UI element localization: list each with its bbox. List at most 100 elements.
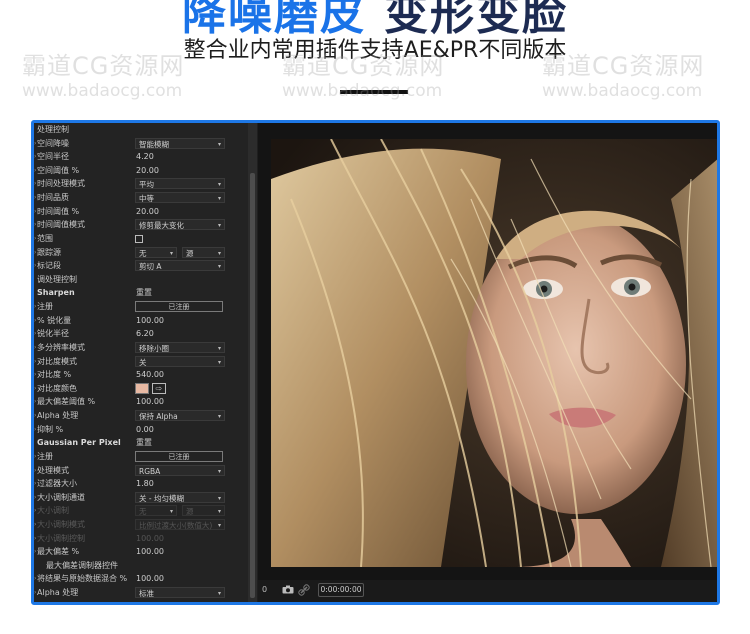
- watermark-url: www.badaocg.com: [22, 81, 183, 101]
- param-value[interactable]: 6.20: [136, 327, 154, 341]
- color-swatch[interactable]: [135, 382, 149, 394]
- param-dropdown[interactable]: 关 - 均匀模糊 ▾: [135, 491, 225, 503]
- param-value[interactable]: 100.00: [136, 545, 164, 559]
- reset-link[interactable]: 重置: [136, 286, 152, 300]
- param-label: 对比度模式: [37, 355, 135, 369]
- effect-param-row: Sharpen 重置: [34, 286, 248, 300]
- param-label-text: 过滤器大小: [37, 479, 77, 489]
- param-label: 处理模式: [37, 464, 135, 478]
- chevron-down-icon: ▾: [169, 249, 173, 257]
- effect-param-row: Gaussian Per Pixel 重置: [34, 436, 248, 450]
- chevron-down-icon: ▾: [217, 195, 221, 203]
- registered-button[interactable]: 已注册: [135, 301, 223, 313]
- dropdown-value: 中等: [139, 194, 154, 204]
- app-window: 处理控制 › 空间降噪 智能模糊 ▾ › 空间半径 4.20 › 空间阈值 % 20.00 › 时间处理…: [31, 120, 720, 605]
- effect-param-row: › 抑制 % 0.00: [34, 423, 248, 437]
- param-label-text: 时间阈值 %: [37, 206, 80, 216]
- param-label-text: Gaussian Per Pixel: [37, 438, 121, 448]
- param-value[interactable]: 100.00: [136, 395, 164, 409]
- timecode-display[interactable]: 0:00:00:00: [318, 583, 364, 597]
- param-label: 大小调制模式: [37, 518, 135, 532]
- param-dropdown: 比例过渡大小(数值大) ▾: [135, 518, 225, 530]
- param-label-text: 将结果与原始数据混合 %: [37, 574, 128, 584]
- effect-param-row: › 跟踪源无 ▾ 源 ▾: [34, 246, 248, 260]
- param-value[interactable]: 20.00: [136, 164, 159, 178]
- effect-param-row: 处理控制: [34, 123, 248, 137]
- link-icon[interactable]: [298, 584, 310, 596]
- param-label: 跟踪源: [37, 246, 135, 260]
- param-label-text: 空间阈值 %: [37, 165, 80, 175]
- param-dropdown[interactable]: 无 ▾: [135, 246, 177, 258]
- effect-param-row: › 时间品质 中等 ▾: [34, 191, 248, 205]
- param-label-text: 注册: [37, 451, 53, 461]
- param-label-text: 处理模式: [37, 465, 69, 475]
- param-value[interactable]: 540.00: [136, 368, 164, 382]
- param-label-text: 空间降噪: [37, 138, 69, 148]
- param-dropdown: 源 ▾: [182, 505, 225, 517]
- param-label: 空间阈值 %: [37, 164, 135, 178]
- reset-link[interactable]: 重置: [136, 436, 152, 450]
- param-checkbox[interactable]: [135, 234, 143, 243]
- param-dropdown[interactable]: 移除小圈 ▾: [135, 341, 225, 353]
- effect-param-row: › 空间阈值 % 20.00: [34, 164, 248, 178]
- param-label: 对比度颜色: [37, 382, 135, 396]
- param-label: 注册: [37, 450, 135, 464]
- effect-controls-panel: 处理控制 › 空间降噪 智能模糊 ▾ › 空间半径 4.20 › 空间阈值 % 20.00 › 时间处理…: [34, 123, 248, 602]
- param-dropdown[interactable]: 剪切 A ▾: [135, 260, 225, 272]
- param-value[interactable]: 100.00: [136, 572, 164, 586]
- param-label-text: 多分辨率模式: [37, 342, 85, 352]
- banner-subtitle: 整合业内常用插件支持AE&PR不同版本: [183, 38, 567, 63]
- panel-scrollbar-thumb[interactable]: [250, 173, 255, 598]
- chevron-down-icon: ▾: [217, 508, 221, 516]
- param-dropdown[interactable]: 关 ▾: [135, 355, 225, 367]
- dropdown-value: 标准: [139, 589, 154, 599]
- eyedropper-icon[interactable]: ⇨: [152, 382, 166, 394]
- effect-param-row: › 注册 已注册: [34, 300, 248, 314]
- effect-param-row: › 范围: [34, 232, 248, 246]
- chevron-down-icon: ▾: [217, 413, 221, 421]
- param-label: 大小调制: [37, 504, 135, 518]
- param-label-text: 对比度模式: [37, 356, 77, 366]
- param-value[interactable]: 1.80: [136, 477, 154, 491]
- chevron-down-icon: ▾: [217, 494, 221, 502]
- effect-param-row: 调处理控制: [34, 273, 248, 287]
- param-label: 最大偏差阈值 %: [37, 395, 135, 409]
- dropdown-value: 保持 Alpha: [139, 412, 178, 422]
- dropdown-value: 智能模糊: [139, 139, 169, 149]
- param-value[interactable]: 0.00: [136, 423, 154, 437]
- dropdown-value: 剪切 A: [139, 262, 162, 272]
- param-dropdown[interactable]: 平均 ▾: [135, 178, 225, 190]
- param-dropdown[interactable]: 修剪最大变化 ▾: [135, 219, 225, 231]
- param-label-text: 时间处理模式: [37, 179, 85, 189]
- param-label-text: 时间阈值模式: [37, 220, 85, 230]
- effect-param-row: › 对比度颜色 ⇨: [34, 382, 248, 396]
- param-value[interactable]: 20.00: [136, 205, 159, 219]
- param-value[interactable]: 100.00: [136, 314, 164, 328]
- effect-param-row: › 时间处理模式 平均 ▾: [34, 177, 248, 191]
- effect-param-row: › 注册 已注册: [34, 450, 248, 464]
- camera-icon[interactable]: [282, 585, 294, 594]
- param-value[interactable]: 4.20: [136, 150, 154, 164]
- effect-param-row: › 大小调制模式 比例过渡大小(数值大) ▾: [34, 518, 248, 532]
- param-dropdown[interactable]: 智能模糊 ▾: [135, 137, 225, 149]
- param-label: 范围: [37, 232, 135, 246]
- chevron-down-icon: ▾: [217, 140, 221, 148]
- effect-param-row: › 将结果与原始数据混合 % 100.00: [34, 572, 248, 586]
- param-dropdown[interactable]: 标准 ▾: [135, 587, 225, 599]
- param-label-text: 标记段: [37, 261, 61, 271]
- effect-param-row: › 标记段 剪切 A ▾: [34, 259, 248, 273]
- chevron-down-icon: ▾: [217, 467, 221, 475]
- param-label: 将结果与原始数据混合 %: [37, 572, 135, 586]
- chevron-down-icon: ▾: [217, 249, 221, 257]
- dropdown-value: 无: [139, 248, 147, 258]
- param-dropdown[interactable]: 源 ▾: [182, 246, 225, 258]
- registered-button[interactable]: 已注册: [135, 450, 223, 462]
- param-label-text: 注册: [37, 302, 53, 312]
- param-dropdown[interactable]: RGBA ▾: [135, 464, 225, 476]
- param-value: 100.00: [136, 533, 164, 543]
- param-label: Sharpen: [37, 286, 135, 300]
- param-label-text: Alpha 处理: [37, 411, 79, 421]
- param-label-text: % 锐化量: [37, 315, 72, 325]
- param-dropdown[interactable]: 保持 Alpha ▾: [135, 410, 225, 422]
- param-dropdown[interactable]: 中等 ▾: [135, 192, 225, 204]
